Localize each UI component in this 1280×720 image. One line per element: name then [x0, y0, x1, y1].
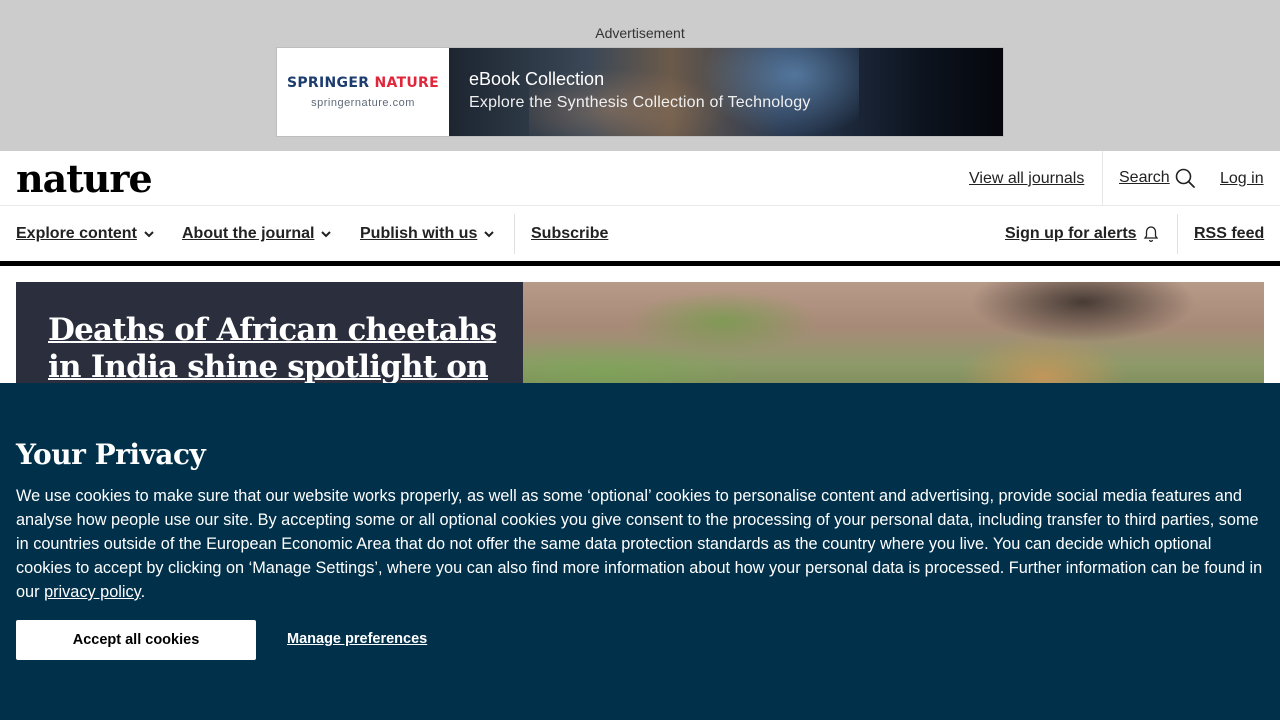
ad-banner[interactable]: SPRINGER NATURE springernature.com eBook… [276, 47, 1004, 137]
ad-brand-url: springernature.com [311, 97, 415, 109]
main-nav: Explore content About the journal Publis… [0, 207, 1280, 262]
nav-publish-with-us[interactable]: Publish with us [360, 225, 495, 243]
chevron-down-icon [321, 231, 332, 238]
nav-bottom-rule [0, 261, 1280, 266]
nature-logo[interactable]: nature [16, 156, 153, 201]
bell-icon [1143, 226, 1158, 243]
site-header: nature View all journals Search Log in [0, 151, 1280, 206]
search-icon [1175, 168, 1195, 188]
manage-preferences-button[interactable]: Manage preferences [287, 631, 427, 647]
nav-sign-up-alerts[interactable]: Sign up for alerts [1005, 225, 1159, 243]
ad-label: Advertisement [595, 25, 685, 41]
privacy-policy-link[interactable]: privacy policy [44, 583, 141, 601]
ad-title: eBook Collection [469, 69, 605, 89]
hero-text-panel: Deaths of African cheetahs in India shin… [16, 282, 523, 392]
nav-about-label: About the journal [182, 225, 315, 242]
login-link[interactable]: Log in [1220, 170, 1264, 188]
privacy-body: We use cookies to make sure that our web… [16, 484, 1268, 604]
nav-about-journal[interactable]: About the journal [182, 225, 332, 243]
view-all-journals-link[interactable]: View all journals [969, 170, 1084, 188]
hero-cheetah-image[interactable] [523, 282, 1264, 392]
privacy-body-text: We use cookies to make sure that our web… [16, 487, 1263, 601]
search-button[interactable]: Search [1119, 167, 1196, 189]
hero-article: Deaths of African cheetahs in India shin… [16, 282, 1264, 392]
search-label: Search [1119, 169, 1170, 186]
ad-band: Advertisement SPRINGER NATURE springerna… [0, 0, 1280, 151]
nav-publish-label: Publish with us [360, 225, 478, 242]
nav-rss-label: RSS feed [1194, 225, 1265, 242]
privacy-title: Your Privacy [16, 438, 206, 471]
nav-explore-content[interactable]: Explore content [16, 225, 155, 243]
accept-all-cookies-button[interactable]: Accept all cookies [16, 620, 256, 660]
nav-divider [514, 214, 515, 254]
nav-subscribe-label: Subscribe [531, 225, 609, 242]
ad-subtitle: Explore the Synthesis Collection of Tech… [469, 94, 811, 111]
nav-explore-label: Explore content [16, 225, 137, 242]
nav-subscribe[interactable]: Subscribe [531, 225, 608, 243]
privacy-body-end: . [140, 583, 146, 601]
chevron-down-icon [484, 231, 495, 238]
hero-article-title[interactable]: Deaths of African cheetahs in India shin… [48, 312, 508, 386]
ad-brand-block: SPRINGER NATURE springernature.com [277, 48, 449, 136]
nav-divider [1177, 214, 1178, 254]
chevron-down-icon [144, 231, 154, 238]
nav-alerts-label: Sign up for alerts [1005, 225, 1137, 242]
ad-brand-logo: SPRINGER NATURE [286, 75, 439, 91]
header-divider [1102, 151, 1103, 206]
ad-image: eBook Collection Explore the Synthesis C… [449, 48, 1003, 136]
cookie-consent-banner: Your Privacy We use cookies to make sure… [0, 383, 1280, 720]
nav-rss-feed[interactable]: RSS feed [1194, 225, 1264, 243]
